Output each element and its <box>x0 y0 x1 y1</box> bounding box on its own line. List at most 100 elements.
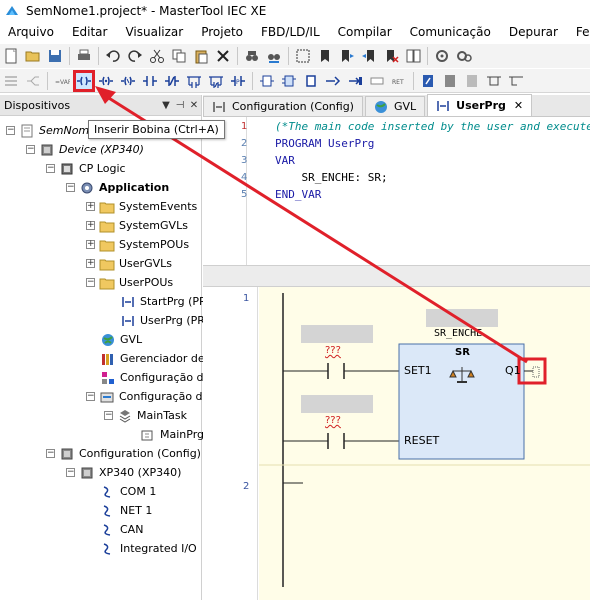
tree-item-com1[interactable]: COM 1 <box>100 482 156 501</box>
folder-icon <box>99 218 115 234</box>
copy-icon[interactable] <box>169 46 189 66</box>
menu-arquivo[interactable]: Arquivo <box>0 25 62 39</box>
expand-icon[interactable]: + <box>86 221 95 230</box>
find-icon[interactable] <box>242 46 262 66</box>
tree-item-usergvls[interactable]: + UserGVLs <box>86 254 172 273</box>
tree-item-systemevents[interactable]: + SystemEvents <box>86 197 197 216</box>
new-file-icon[interactable] <box>1 46 21 66</box>
collapse-icon[interactable]: − <box>66 468 75 477</box>
close-icon[interactable]: ✕ <box>514 99 523 112</box>
menu-ferramentas[interactable]: Ferramentas <box>568 25 590 39</box>
parallel-branch-icon[interactable] <box>484 71 504 91</box>
tab-gvl[interactable]: GVL <box>364 96 426 116</box>
branch-close-icon[interactable] <box>506 71 526 91</box>
tree-item-systempous[interactable]: + SystemPOUs <box>86 235 189 254</box>
bookmark-clear-icon[interactable] <box>381 46 401 66</box>
print-icon[interactable] <box>74 46 94 66</box>
tab-userprg[interactable]: UserPrg ✕ <box>427 94 533 116</box>
insert-var-icon[interactable]: =VAR <box>52 71 72 91</box>
menu-visualizar[interactable]: Visualizar <box>117 25 191 39</box>
insert-contact-icon[interactable] <box>140 71 160 91</box>
open-folder-icon[interactable] <box>23 46 43 66</box>
expand-icon[interactable]: + <box>86 202 95 211</box>
insert-parallel-contact-icon[interactable] <box>184 71 204 91</box>
collapse-icon[interactable]: − <box>46 164 55 173</box>
menu-depurar[interactable]: Depurar <box>501 25 566 39</box>
collapse-icon[interactable]: − <box>46 449 55 458</box>
tree-item-xp340[interactable]: − XP340 (XP340) <box>66 463 181 482</box>
network-icon[interactable] <box>1 71 21 91</box>
port-icon <box>100 503 116 519</box>
collapse-icon[interactable]: − <box>86 278 95 287</box>
bookmark-icon[interactable] <box>315 46 335 66</box>
collapse-icon[interactable]: − <box>86 392 95 401</box>
tree-item-integrated-io[interactable]: Integrated I/O <box>100 539 197 558</box>
branch-icon[interactable] <box>23 71 43 91</box>
compare-icon[interactable] <box>403 46 423 66</box>
undo-icon[interactable] <box>103 46 123 66</box>
fb-instance-name[interactable]: SR_ENCHE <box>434 328 482 339</box>
tree-item-can[interactable]: CAN <box>100 520 143 539</box>
menu-fbd-ld-il[interactable]: FBD/LD/IL <box>253 25 328 39</box>
insert-rising-edge-icon[interactable]: P <box>228 71 248 91</box>
tree-item-maintask[interactable]: − MainTask <box>104 406 187 425</box>
insert-box-icon[interactable] <box>257 71 277 91</box>
folder-icon <box>99 275 115 291</box>
collapse-icon[interactable]: − <box>6 126 15 135</box>
select-all-icon[interactable] <box>293 46 313 66</box>
collapse-icon[interactable]: − <box>26 145 35 154</box>
ladder-editor[interactable]: 1 2 ??? ??? SR_ENCHE SR SET1 RESET Q1 <box>203 287 590 600</box>
tree-item-application[interactable]: − Application <box>66 178 169 197</box>
collapse-icon[interactable]: − <box>104 411 113 420</box>
menu-compilar[interactable]: Compilar <box>330 25 400 39</box>
close-icon[interactable]: ✕ <box>187 100 201 111</box>
save-icon[interactable] <box>45 46 65 66</box>
contact-reset-variable[interactable]: ??? <box>325 415 341 426</box>
menu-comunicacao[interactable]: Comunicação <box>402 25 499 39</box>
insert-assignment-icon[interactable] <box>323 71 343 91</box>
cut-icon[interactable] <box>147 46 167 66</box>
collapse-icon[interactable]: − <box>66 183 75 192</box>
insert-box-en-icon[interactable] <box>279 71 299 91</box>
declaration-editor[interactable]: 1 2 3 4 5 (*The main code inserted by th… <box>203 117 590 265</box>
tree-item-net1[interactable]: NET 1 <box>100 501 152 520</box>
tree-item-systemgvls[interactable]: + SystemGVLs <box>86 216 188 235</box>
replace-icon[interactable] <box>264 46 284 66</box>
delete-icon[interactable] <box>213 46 233 66</box>
paste-icon[interactable] <box>191 46 211 66</box>
insert-label-icon[interactable] <box>367 71 387 91</box>
menu-projeto[interactable]: Projeto <box>193 25 251 39</box>
redo-icon[interactable] <box>125 46 145 66</box>
tree-item-userpous[interactable]: − UserPOUs <box>86 273 173 292</box>
insert-set-coil-icon[interactable] <box>96 71 116 91</box>
tree-item-mainprg[interactable]: MainPrg <box>140 425 204 444</box>
insert-jump-icon[interactable] <box>345 71 365 91</box>
insert-reset-coil-icon[interactable] <box>118 71 138 91</box>
insert-negated-parallel-icon[interactable] <box>206 71 226 91</box>
editor-splitter[interactable] <box>203 265 590 287</box>
tree-item-cp-logic[interactable]: − CP Logic <box>46 159 126 178</box>
rebuild-icon[interactable] <box>454 46 474 66</box>
insert-return-icon[interactable]: RET <box>389 71 409 91</box>
pin-icon[interactable]: ⊣ <box>173 100 187 111</box>
bookmark-next-icon[interactable] <box>337 46 357 66</box>
toolbar-separator <box>237 47 238 65</box>
edge-detect-icon[interactable] <box>440 71 460 91</box>
tree-label: UserGVLs <box>119 257 172 270</box>
expand-icon[interactable]: + <box>86 240 95 249</box>
bookmark-prev-icon[interactable] <box>359 46 379 66</box>
tree-item-configuration[interactable]: − Configuration (Config) <box>46 444 201 463</box>
expand-icon[interactable]: + <box>86 259 95 268</box>
build-icon[interactable] <box>432 46 452 66</box>
set-reset-icon[interactable] <box>462 71 482 91</box>
tree-item-gvl[interactable]: GVL <box>100 330 142 349</box>
tab-configuration[interactable]: Configuration (Config) <box>203 96 363 116</box>
insert-empty-box-icon[interactable] <box>301 71 321 91</box>
contact-set-variable[interactable]: ??? <box>325 345 341 356</box>
menu-editar[interactable]: Editar <box>64 25 116 39</box>
chevron-down-icon[interactable]: ▼ <box>159 100 173 111</box>
insert-negated-contact-icon[interactable] <box>162 71 182 91</box>
negate-icon[interactable] <box>418 71 438 91</box>
insert-coil-icon[interactable] <box>73 69 95 92</box>
tree-item-device[interactable]: − Device (XP340) <box>26 140 144 159</box>
